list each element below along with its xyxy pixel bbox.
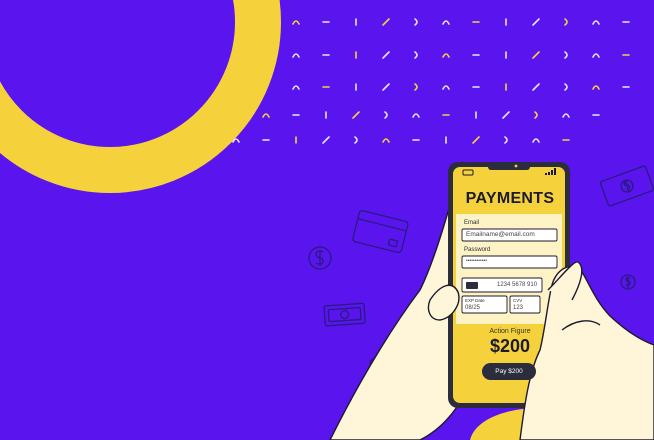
dash-mark [534,111,538,119]
expiry-field[interactable]: 08/25 [465,305,480,311]
dash-mark [384,111,388,119]
banknote-icon [323,302,366,327]
pay-button[interactable]: Pay $200 [482,363,536,380]
amount-value: $200 [489,336,531,356]
dash-mark [292,85,300,90]
dash-mark [592,85,600,90]
dash-mark [412,113,420,118]
dash-pattern-decoration [232,18,630,144]
credit-card-icon [352,209,409,254]
banknote-icon [599,165,654,207]
dash-mark [472,136,480,144]
dash-mark [502,111,510,119]
password-label: Password [464,247,491,253]
dash-mark [292,20,300,25]
cvv-field[interactable]: 123 [513,305,523,311]
payment-illustration: PAYMENTS Email Emailname@email.com Passw… [0,0,654,440]
dash-mark [564,83,568,91]
dash-mark [442,53,450,58]
dash-mark [414,51,418,59]
dash-mark [382,18,390,26]
dash-mark [532,138,540,143]
dash-mark [562,113,570,118]
illustration-artwork [0,0,654,440]
dash-mark [532,51,540,59]
dash-mark [262,113,270,118]
dash-mark [354,136,358,144]
dash-mark [442,20,450,25]
dash-mark [532,18,540,26]
yellow-ring-decoration [0,0,281,193]
dash-mark [322,136,330,144]
email-label: Email [464,220,480,226]
dash-mark [564,18,568,26]
dollar-coin-icon [308,246,332,270]
dash-mark [414,18,418,26]
dash-mark [382,51,390,59]
amount-label: Action Figure [489,328,531,335]
dash-mark [504,136,508,144]
dash-mark [442,85,450,90]
dash-mark [532,83,540,91]
dash-mark [382,83,390,91]
dollar-coin-icon [620,274,636,290]
payments-title: PAYMENTS [465,190,555,207]
dash-mark [592,53,600,58]
card-number-field[interactable]: 1234 5678 910 [497,282,537,288]
dash-mark [382,138,390,143]
card-chip-icon [466,282,478,289]
dash-mark [414,83,418,91]
password-field[interactable]: •••••••••••• [466,258,487,264]
cvv-label: CVV [513,298,523,303]
dash-mark [592,20,600,25]
expiry-label: EXP Date [465,298,485,303]
email-field[interactable]: Emailname@email.com [466,231,535,238]
dash-mark [292,53,300,58]
dash-mark [352,111,360,119]
dash-mark [232,138,240,143]
dash-mark [564,51,568,59]
